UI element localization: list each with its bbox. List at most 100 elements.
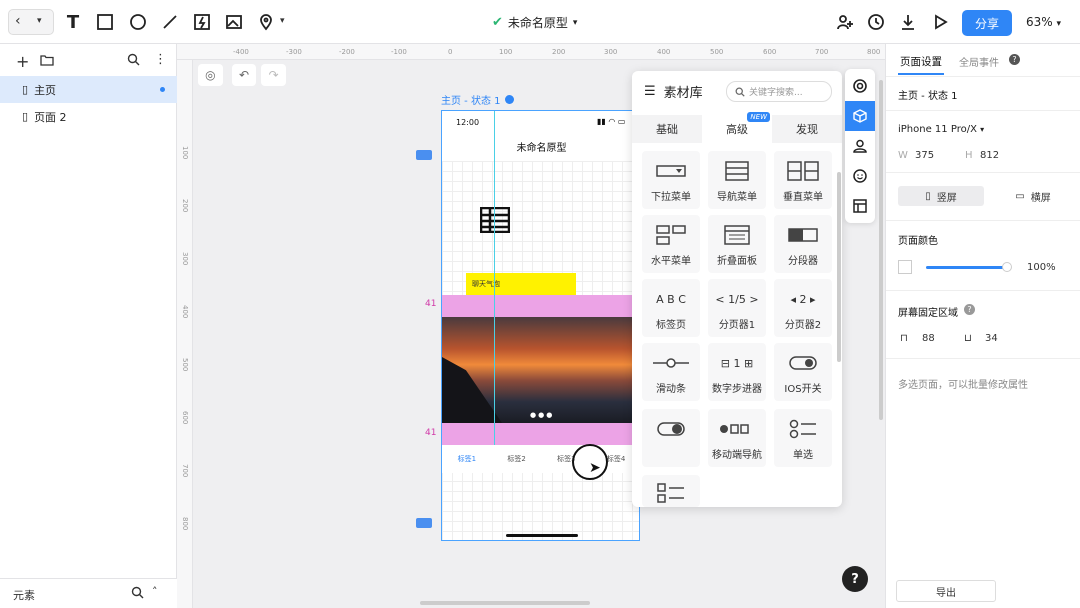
- bottom-fixed-input[interactable]: 34: [985, 333, 998, 344]
- asset-nav-menu[interactable]: 导航菜单: [708, 151, 766, 209]
- opacity-value[interactable]: 100%: [1027, 262, 1056, 273]
- history-icon[interactable]: [865, 11, 887, 33]
- play-icon[interactable]: [929, 11, 951, 33]
- tab-discover[interactable]: 发现: [772, 115, 842, 143]
- folder-icon[interactable]: [40, 54, 54, 69]
- phone-artboard[interactable]: 12:00 ▮▮ ◠ ▭ 未命名原型 聊天气泡 ●●● 标签1 标签2 标签3 …: [441, 110, 640, 541]
- redo-icon[interactable]: ↷: [261, 64, 287, 86]
- ruler-tick: 400: [181, 305, 189, 319]
- asset-mobile-nav[interactable]: 移动端导航: [708, 409, 766, 467]
- fixed-area-marker-icon[interactable]: [416, 518, 432, 528]
- add-page-icon[interactable]: +: [16, 52, 29, 71]
- asset-segment[interactable]: 分段器: [774, 215, 832, 273]
- canvas-history-bar: ◎ ↶ ↷: [198, 64, 287, 86]
- ruler-tick: -400: [233, 48, 249, 56]
- export-button[interactable]: 导出: [896, 580, 996, 602]
- line-tool-icon[interactable]: [159, 11, 181, 33]
- person-icon[interactable]: [845, 131, 875, 161]
- fixed-area-marker-icon[interactable]: [416, 150, 432, 160]
- tab-basic[interactable]: 基础: [632, 115, 702, 143]
- undo-icon[interactable]: ↶: [231, 64, 257, 86]
- download-icon[interactable]: [897, 11, 919, 33]
- device-select[interactable]: iPhone 11 Pro/X ▾: [898, 124, 984, 135]
- top-fixed-input[interactable]: 88: [922, 333, 935, 344]
- asset-slider[interactable]: 滑动条: [642, 343, 700, 401]
- collapse-panel-icon: [708, 225, 766, 245]
- add-user-icon[interactable]: [834, 11, 856, 33]
- back-menu-button[interactable]: ‹ ▾: [8, 9, 54, 35]
- asset-tabs[interactable]: A B C 标签页: [642, 279, 700, 337]
- height-input[interactable]: 812: [980, 150, 999, 161]
- help-button[interactable]: ?: [842, 566, 868, 592]
- interaction-tool-icon[interactable]: [191, 11, 213, 33]
- canvas-vertical-scrollbar[interactable]: [879, 80, 883, 420]
- asset-dropdown[interactable]: 下拉菜单: [642, 151, 700, 209]
- help-icon[interactable]: ?: [1009, 54, 1020, 65]
- location-tool-icon[interactable]: [255, 11, 277, 33]
- cube-icon[interactable]: [845, 101, 875, 131]
- opacity-slider[interactable]: [926, 266, 1006, 269]
- chat-bubble[interactable]: 聊天气泡: [466, 273, 576, 295]
- asset-checkbox-list[interactable]: [642, 475, 700, 507]
- table-icon[interactable]: [479, 206, 511, 234]
- asset-pager1[interactable]: < 1/5 > 分页器1: [708, 279, 766, 337]
- page-item-home[interactable]: ▯ 主页: [0, 76, 177, 103]
- settings-icon[interactable]: [504, 95, 514, 104]
- tab-bar: 标签1 标签2 标签3 标签4: [442, 445, 639, 473]
- asset-radio[interactable]: 单选: [774, 409, 832, 467]
- page-item-page2[interactable]: ▯ 页面 2: [0, 103, 177, 130]
- tab-item-4[interactable]: 标签4: [607, 454, 625, 464]
- asset-horizontal-menu[interactable]: 水平菜单: [642, 215, 700, 273]
- width-input[interactable]: 375: [915, 150, 934, 161]
- phone-portrait-icon: ▯: [925, 190, 931, 202]
- asset-stepper[interactable]: ⊟ 1 ⊞ 数字步进器: [708, 343, 766, 401]
- search-icon[interactable]: [131, 586, 144, 602]
- target-icon[interactable]: ◎: [198, 64, 223, 86]
- asset-ios-switch[interactable]: IOS开关: [774, 343, 832, 401]
- more-icon[interactable]: ⋮: [154, 52, 167, 67]
- divider: [886, 110, 1080, 111]
- asset-label: 分页器2: [784, 320, 822, 331]
- opacity-slider-thumb[interactable]: [1002, 262, 1012, 272]
- divider: [886, 290, 1080, 291]
- zoom-select[interactable]: 63% ▾: [1026, 15, 1061, 29]
- height-label: H: [965, 150, 973, 161]
- artboard-label[interactable]: 主页 - 状态 1: [441, 92, 514, 107]
- target-icon[interactable]: [845, 71, 875, 101]
- help-icon[interactable]: ?: [964, 304, 975, 315]
- asset-toggle[interactable]: [642, 409, 700, 467]
- document-title[interactable]: ✔ 未命名原型 ▾: [492, 14, 577, 31]
- asset-collapse-panel[interactable]: 折叠面板: [708, 215, 766, 273]
- text-tool-icon[interactable]: T: [62, 11, 84, 33]
- smiley-icon[interactable]: [845, 161, 875, 191]
- tab-page-settings[interactable]: 页面设置: [900, 54, 942, 69]
- portrait-button[interactable]: ▯ 竖屏: [898, 186, 984, 206]
- tab-item-2[interactable]: 标签2: [507, 454, 525, 464]
- carousel-dots[interactable]: ●●●: [530, 411, 554, 419]
- library-scrollbar[interactable]: [837, 172, 841, 362]
- canvas-horizontal-scrollbar[interactable]: [420, 601, 590, 605]
- elements-footer[interactable]: 元素 ˄: [0, 578, 177, 608]
- elements-label: 元素: [13, 589, 35, 602]
- ellipse-tool-icon[interactable]: [127, 11, 149, 33]
- asset-pager2[interactable]: ◂ 2 ▸ 分页器2: [774, 279, 832, 337]
- chevron-down-icon: ▾: [980, 125, 985, 134]
- share-button[interactable]: 分享: [962, 10, 1012, 36]
- tab-advanced[interactable]: 高级 NEW: [702, 112, 772, 143]
- chevron-up-icon[interactable]: ˄: [152, 585, 158, 598]
- library-search-input[interactable]: 关键字搜索...: [726, 81, 832, 102]
- tab-item-1[interactable]: 标签1: [458, 454, 476, 464]
- mobile-nav-icon: [708, 419, 766, 439]
- asset-vertical-menu[interactable]: 垂直菜单: [774, 151, 832, 209]
- image-carousel[interactable]: ●●●: [442, 317, 639, 423]
- tab-global-events[interactable]: 全局事件: [959, 54, 999, 69]
- divider: [886, 76, 1080, 77]
- color-swatch[interactable]: [898, 260, 912, 274]
- rectangle-tool-icon[interactable]: [94, 11, 116, 33]
- layout-icon[interactable]: [845, 191, 875, 221]
- chevron-down-icon[interactable]: ▾: [280, 16, 285, 26]
- search-icon[interactable]: [127, 53, 140, 69]
- image-tool-icon[interactable]: [223, 11, 245, 33]
- height-marker: 41: [425, 299, 437, 309]
- landscape-button[interactable]: ▭ 横屏: [990, 186, 1076, 206]
